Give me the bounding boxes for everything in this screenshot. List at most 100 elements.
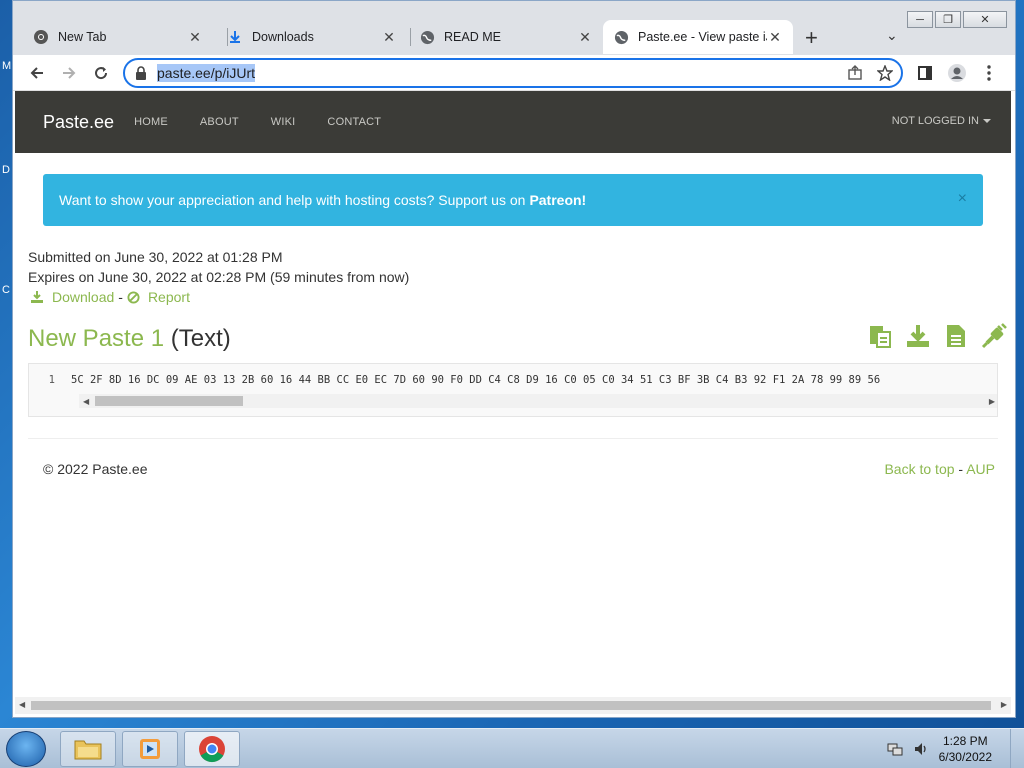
- close-window-button[interactable]: ✕: [963, 11, 1007, 28]
- user-menu-label: NOT LOGGED IN: [891, 115, 979, 127]
- globe-icon: [419, 29, 435, 45]
- nav-wiki[interactable]: WIKI: [271, 116, 296, 128]
- scroll-right-icon[interactable]: ▶: [1001, 700, 1007, 709]
- code-line: 1 5C 2F 8D 16 DC 09 AE 03 13 2B 60 16 44…: [29, 374, 880, 386]
- minimize-button[interactable]: ─: [907, 11, 933, 28]
- reload-button[interactable]: [89, 61, 113, 85]
- embed-plug-icon[interactable]: [981, 323, 1007, 349]
- address-bar[interactable]: paste.ee/p/iJUrt: [123, 58, 903, 88]
- share-icon[interactable]: [847, 65, 863, 81]
- paste-type: (Text): [170, 325, 231, 352]
- aup-link[interactable]: AUP: [966, 461, 995, 477]
- start-button[interactable]: [6, 731, 46, 767]
- close-icon[interactable]: ✕: [187, 29, 203, 46]
- new-tab-button[interactable]: +: [805, 25, 818, 51]
- bookmark-star-icon[interactable]: [877, 65, 893, 81]
- alert-text: Want to show your appreciation and help …: [59, 192, 526, 208]
- show-desktop-button[interactable]: [1010, 729, 1024, 768]
- back-arrow-icon: [30, 67, 43, 79]
- code-horizontal-scrollbar[interactable]: ◀ ▶: [79, 394, 997, 408]
- scrollbar-thumb[interactable]: [31, 701, 991, 710]
- download-icon: [227, 29, 243, 45]
- taskbar: 1:28 PM 6/30/2022: [0, 728, 1024, 768]
- tab-downloads[interactable]: Downloads ✕: [217, 20, 407, 54]
- chrome-icon: [33, 29, 49, 45]
- forward-arrow-icon: [63, 67, 76, 79]
- taskbar-explorer[interactable]: [60, 731, 116, 767]
- user-menu[interactable]: NOT LOGGED IN: [892, 115, 991, 127]
- patreon-link[interactable]: Patreon!: [529, 192, 586, 208]
- submitted-date: Submitted on June 30, 2022 at 01:28 PM: [28, 249, 283, 265]
- report-link[interactable]: Report: [148, 287, 190, 307]
- download-link[interactable]: Download: [52, 287, 114, 307]
- scroll-right-icon[interactable]: ▶: [989, 397, 995, 406]
- taskbar-media-player[interactable]: [122, 731, 178, 767]
- site-brand[interactable]: Paste.ee: [43, 112, 114, 133]
- side-panel-icon: [918, 66, 932, 80]
- clock-date: 6/30/2022: [938, 750, 992, 764]
- tab-title: New Tab: [58, 30, 107, 44]
- nav-home[interactable]: HOME: [134, 116, 168, 128]
- avatar-icon: [948, 64, 966, 82]
- site-navbar: Paste.ee HOME ABOUT WIKI CONTACT NOT LOG…: [15, 91, 1011, 153]
- paste-code-box: 1 5C 2F 8D 16 DC 09 AE 03 13 2B 60 16 44…: [28, 363, 998, 417]
- footer-links: Back to top - AUP: [884, 461, 995, 477]
- lock-icon: [136, 66, 146, 80]
- raw-document-icon[interactable]: [943, 323, 969, 349]
- desktop-icon-label: C: [2, 284, 10, 296]
- scroll-left-icon[interactable]: ◀: [83, 397, 89, 406]
- menu-button[interactable]: [977, 61, 1001, 85]
- taskbar-chrome[interactable]: [184, 731, 240, 767]
- patreon-alert: Want to show your appreciation and help …: [43, 174, 983, 226]
- media-player-icon: [140, 739, 160, 759]
- paste-name: New Paste 1: [28, 325, 165, 352]
- tab-read-me[interactable]: READ ME ✕: [409, 20, 603, 54]
- download-icon: [31, 291, 43, 303]
- folder-icon: [74, 740, 102, 760]
- paste-meta: Submitted on June 30, 2022 at 01:28 PM E…: [28, 247, 409, 307]
- clock-time: 1:28 PM: [942, 734, 988, 748]
- back-button[interactable]: [25, 61, 49, 85]
- forward-button[interactable]: [57, 61, 81, 85]
- globe-icon: [613, 29, 629, 45]
- kebab-menu-icon: [987, 65, 991, 81]
- divider: [28, 438, 998, 439]
- side-panel-button[interactable]: [913, 61, 937, 85]
- page-horizontal-scrollbar[interactable]: ◀ ▶: [15, 697, 1011, 714]
- tab-search-chevron-icon[interactable]: ⌄: [886, 27, 898, 44]
- window-controls: ─ ❐ ✕: [907, 11, 1007, 28]
- clock[interactable]: 1:28 PM 6/30/2022: [939, 733, 992, 765]
- close-icon[interactable]: ✕: [381, 29, 397, 46]
- tab-title: READ ME: [444, 30, 501, 44]
- volume-icon[interactable]: [913, 741, 929, 757]
- desktop-icon-label: D: [2, 164, 10, 176]
- tab-title: Paste.ee - View paste iJU: [638, 30, 767, 44]
- line-number: 1: [48, 374, 55, 386]
- network-icon[interactable]: [887, 741, 903, 757]
- tab-paste-ee[interactable]: Paste.ee - View paste iJU ✕: [603, 20, 793, 54]
- scroll-left-icon[interactable]: ◀: [19, 700, 25, 709]
- scrollbar-thumb[interactable]: [95, 396, 243, 406]
- paste-content[interactable]: 5C 2F 8D 16 DC 09 AE 03 13 2B 60 16 44 B…: [71, 374, 880, 386]
- ban-icon: [127, 290, 140, 304]
- close-icon[interactable]: ✕: [577, 29, 593, 46]
- page-content: Paste.ee HOME ABOUT WIKI CONTACT NOT LOG…: [15, 91, 1011, 697]
- tab-strip: New Tab ✕ Downloads ✕ READ ME ✕ Paste.ee…: [13, 1, 1015, 55]
- chrome-icon: [199, 736, 225, 763]
- footer-copyright: © 2022 Paste.ee: [43, 461, 148, 477]
- download-paste-icon[interactable]: [905, 323, 931, 349]
- nav-contact[interactable]: CONTACT: [327, 116, 381, 128]
- paste-actions: [867, 323, 1007, 349]
- separator: -: [118, 289, 123, 305]
- copy-clipboard-icon[interactable]: [867, 323, 893, 349]
- system-tray: 1:28 PM 6/30/2022: [887, 733, 992, 765]
- profile-button[interactable]: [945, 61, 969, 85]
- tab-title: Downloads: [252, 30, 314, 44]
- nav-about[interactable]: ABOUT: [200, 116, 239, 128]
- back-to-top-link[interactable]: Back to top: [884, 461, 954, 477]
- tab-new-tab[interactable]: New Tab ✕: [23, 20, 213, 54]
- restore-button[interactable]: ❐: [935, 11, 961, 28]
- alert-close-button[interactable]: ×: [958, 190, 967, 208]
- url-text[interactable]: paste.ee/p/iJUrt: [157, 64, 256, 82]
- close-icon[interactable]: ✕: [767, 29, 783, 46]
